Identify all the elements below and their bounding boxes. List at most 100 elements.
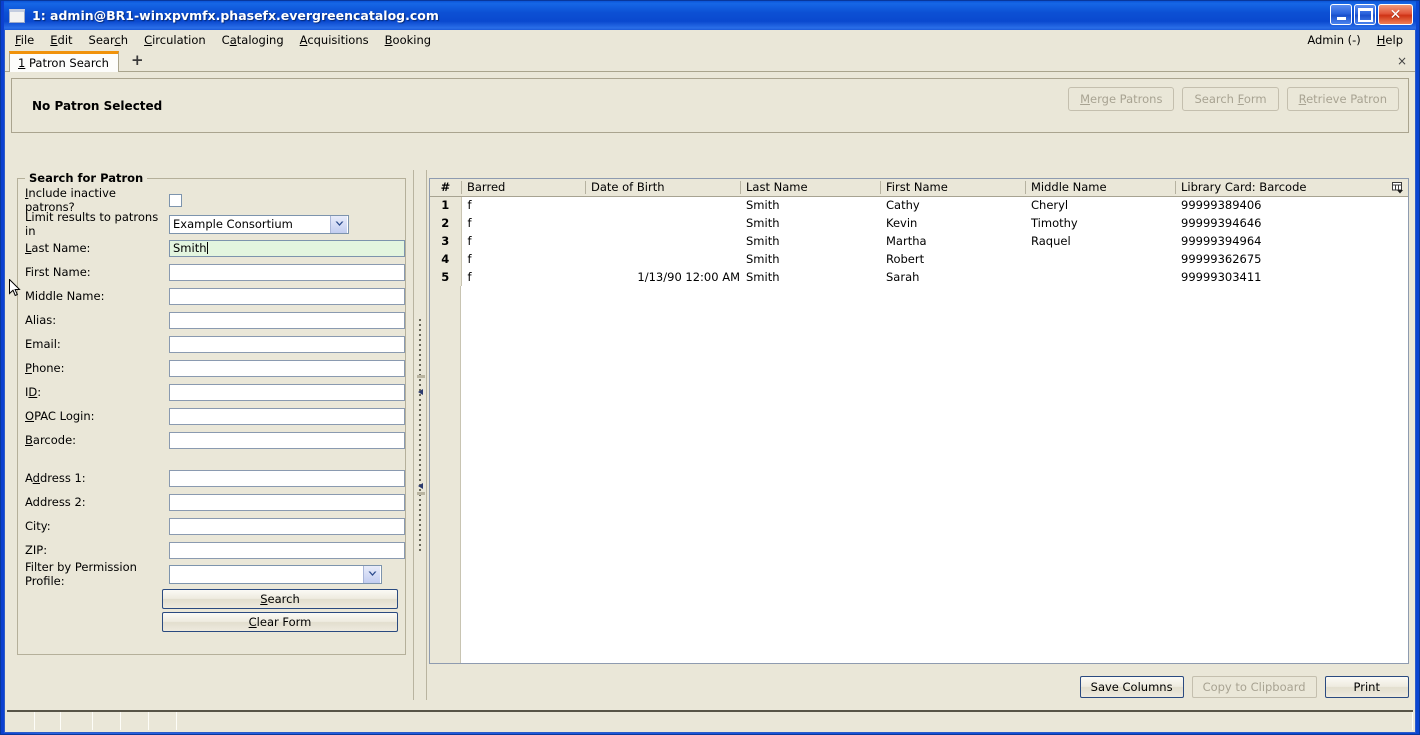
cell-barcode: 99999362675: [1181, 252, 1262, 266]
cell-barred: f: [467, 252, 472, 266]
address-2-input[interactable]: [169, 493, 405, 511]
limit-results-label: Limit results to patrons in: [25, 210, 159, 238]
application-window: 1: admin@BR1-winxpvmfx.phasefx.evergreen…: [0, 0, 1420, 735]
phone-input[interactable]: [169, 359, 405, 377]
include-inactive-checkbox[interactable]: [169, 193, 182, 207]
pane-splitter[interactable]: [413, 170, 427, 700]
first-name-input[interactable]: [169, 263, 405, 281]
column-header-barred[interactable]: Barred: [461, 179, 585, 197]
cell-barcode: 99999303411: [1181, 270, 1262, 284]
cell-first-name: Robert: [886, 252, 925, 266]
permission-profile-select[interactable]: [169, 564, 382, 584]
save-columns-button[interactable]: Save Columns: [1079, 676, 1184, 698]
column-picker-icon[interactable]: [1390, 180, 1406, 195]
title-bar: 1: admin@BR1-winxpvmfx.phasefx.evergreen…: [4, 1, 1416, 30]
search-form-button[interactable]: Search Form: [1182, 87, 1279, 111]
splitter-collapse-up-icon[interactable]: [418, 385, 424, 395]
zip-label: ZIP:: [25, 543, 48, 557]
merge-patrons-button[interactable]: Merge Patrons: [1068, 87, 1175, 111]
menu-admin[interactable]: Admin (-): [1299, 31, 1368, 49]
city-input[interactable]: [169, 517, 405, 535]
permission-profile-label: Filter by Permission Profile:: [25, 560, 137, 588]
new-tab-button[interactable]: +: [127, 53, 148, 68]
id-input[interactable]: [169, 383, 405, 401]
middle-name-label: Middle Name:: [25, 289, 105, 303]
cell-first-name: Martha: [886, 234, 927, 248]
table-row[interactable]: 4 f Smith Robert 99999362675: [430, 250, 1408, 268]
menu-bar: File Edit Search Circulation Cataloging …: [5, 30, 1415, 50]
alias-input[interactable]: [169, 311, 405, 329]
status-pane-2: [35, 712, 61, 730]
middle-name-input[interactable]: [169, 287, 405, 305]
table-row[interactable]: 3 f Smith Martha Raquel 99999394964: [430, 232, 1408, 250]
zip-input[interactable]: [169, 541, 405, 559]
menu-search[interactable]: Search: [81, 31, 137, 49]
menu-edit[interactable]: Edit: [42, 31, 80, 49]
table-row[interactable]: 5 f 1/13/90 12:00 AM Smith Sarah 9999930…: [430, 268, 1408, 286]
cell-date-of-birth: [585, 196, 740, 214]
menu-circulation[interactable]: Circulation: [136, 31, 214, 49]
table-row[interactable]: 1 f Smith Cathy Cheryl 99999389406: [430, 196, 1408, 214]
print-button[interactable]: Print: [1324, 676, 1409, 698]
copy-to-clipboard-button[interactable]: Copy to Clipboard: [1191, 676, 1317, 698]
email-input[interactable]: [169, 335, 405, 353]
menu-acquisitions[interactable]: Acquisitions: [292, 31, 377, 49]
menu-bar-right: Admin (-) Help: [1299, 30, 1411, 50]
results-table: # Barred Date of Birth Last Name First N…: [430, 179, 1408, 286]
row-middle-name: Middle Name:: [18, 284, 405, 308]
results-table-container: # Barred Date of Birth Last Name First N…: [429, 178, 1409, 664]
cell-date-of-birth: [585, 214, 740, 232]
address-1-input[interactable]: [169, 469, 405, 487]
menu-cataloging[interactable]: Cataloging: [214, 31, 292, 49]
retrieve-patron-button[interactable]: Retrieve Patron: [1286, 87, 1399, 111]
tab-patron-search[interactable]: 1 Patron Search: [9, 51, 119, 72]
table-row[interactable]: 2 f Smith Kevin Timothy 99999394646: [430, 214, 1408, 232]
id-label: ID:: [25, 385, 42, 399]
last-name-input[interactable]: Smith: [169, 239, 405, 257]
cell-last-name: Smith: [746, 198, 780, 213]
splitter-grip: [419, 319, 421, 551]
alias-label: Alias:: [25, 313, 57, 327]
opac-login-input[interactable]: [169, 407, 405, 425]
column-header-first-name[interactable]: First Name: [880, 179, 1025, 197]
chevron-down-icon: [363, 565, 380, 583]
column-header-date-of-birth[interactable]: Date of Birth: [585, 179, 740, 197]
status-pane-7: [177, 712, 1413, 730]
column-header-middle-name[interactable]: Middle Name: [1025, 179, 1175, 197]
status-pane-5: [121, 712, 149, 730]
menu-booking[interactable]: Booking: [377, 31, 439, 49]
splitter-collapse-down-icon[interactable]: [418, 479, 424, 489]
cell-middle-name: Cheryl: [1031, 198, 1069, 213]
limit-results-select[interactable]: Example Consortium: [169, 214, 349, 234]
row-include-inactive: Include inactive patrons?: [18, 186, 405, 214]
clear-form-button[interactable]: Clear Form: [162, 612, 398, 632]
window-controls: ✕: [1330, 4, 1413, 25]
menu-file[interactable]: File: [7, 31, 42, 49]
close-tab-icon[interactable]: ×: [1397, 54, 1407, 68]
search-pane: Search for Patron Include inactive patro…: [11, 170, 413, 700]
barcode-input[interactable]: [169, 431, 405, 449]
minimize-button[interactable]: [1330, 4, 1352, 25]
email-label: Email:: [25, 337, 61, 351]
window-title: 1: admin@BR1-winxpvmfx.phasefx.evergreen…: [32, 8, 439, 23]
phone-label: Phone:: [25, 361, 65, 375]
text-caret: [206, 242, 208, 254]
tab-number: 1: [18, 56, 26, 70]
row-first-name: First Name:: [18, 260, 405, 284]
menu-help[interactable]: Help: [1369, 31, 1411, 49]
search-button[interactable]: Search: [162, 589, 398, 609]
row-last-name: Last Name: Smith: [18, 236, 405, 260]
cell-barcode: 99999394646: [1181, 216, 1262, 230]
row-alias: Alias:: [18, 308, 405, 332]
column-header-library-card-barcode[interactable]: Library Card: Barcode: [1175, 179, 1408, 197]
column-header-last-name[interactable]: Last Name: [740, 179, 880, 197]
search-button-row: Search: [18, 589, 405, 609]
results-pane: # Barred Date of Birth Last Name First N…: [427, 170, 1409, 700]
column-header-number[interactable]: #: [430, 179, 461, 197]
close-button[interactable]: ✕: [1378, 4, 1413, 25]
maximize-button[interactable]: [1354, 4, 1376, 25]
row-id: ID:: [18, 380, 405, 404]
cell-barred: f: [467, 234, 472, 248]
barcode-label: Barcode:: [25, 433, 77, 447]
cell-date-of-birth: [585, 232, 740, 250]
